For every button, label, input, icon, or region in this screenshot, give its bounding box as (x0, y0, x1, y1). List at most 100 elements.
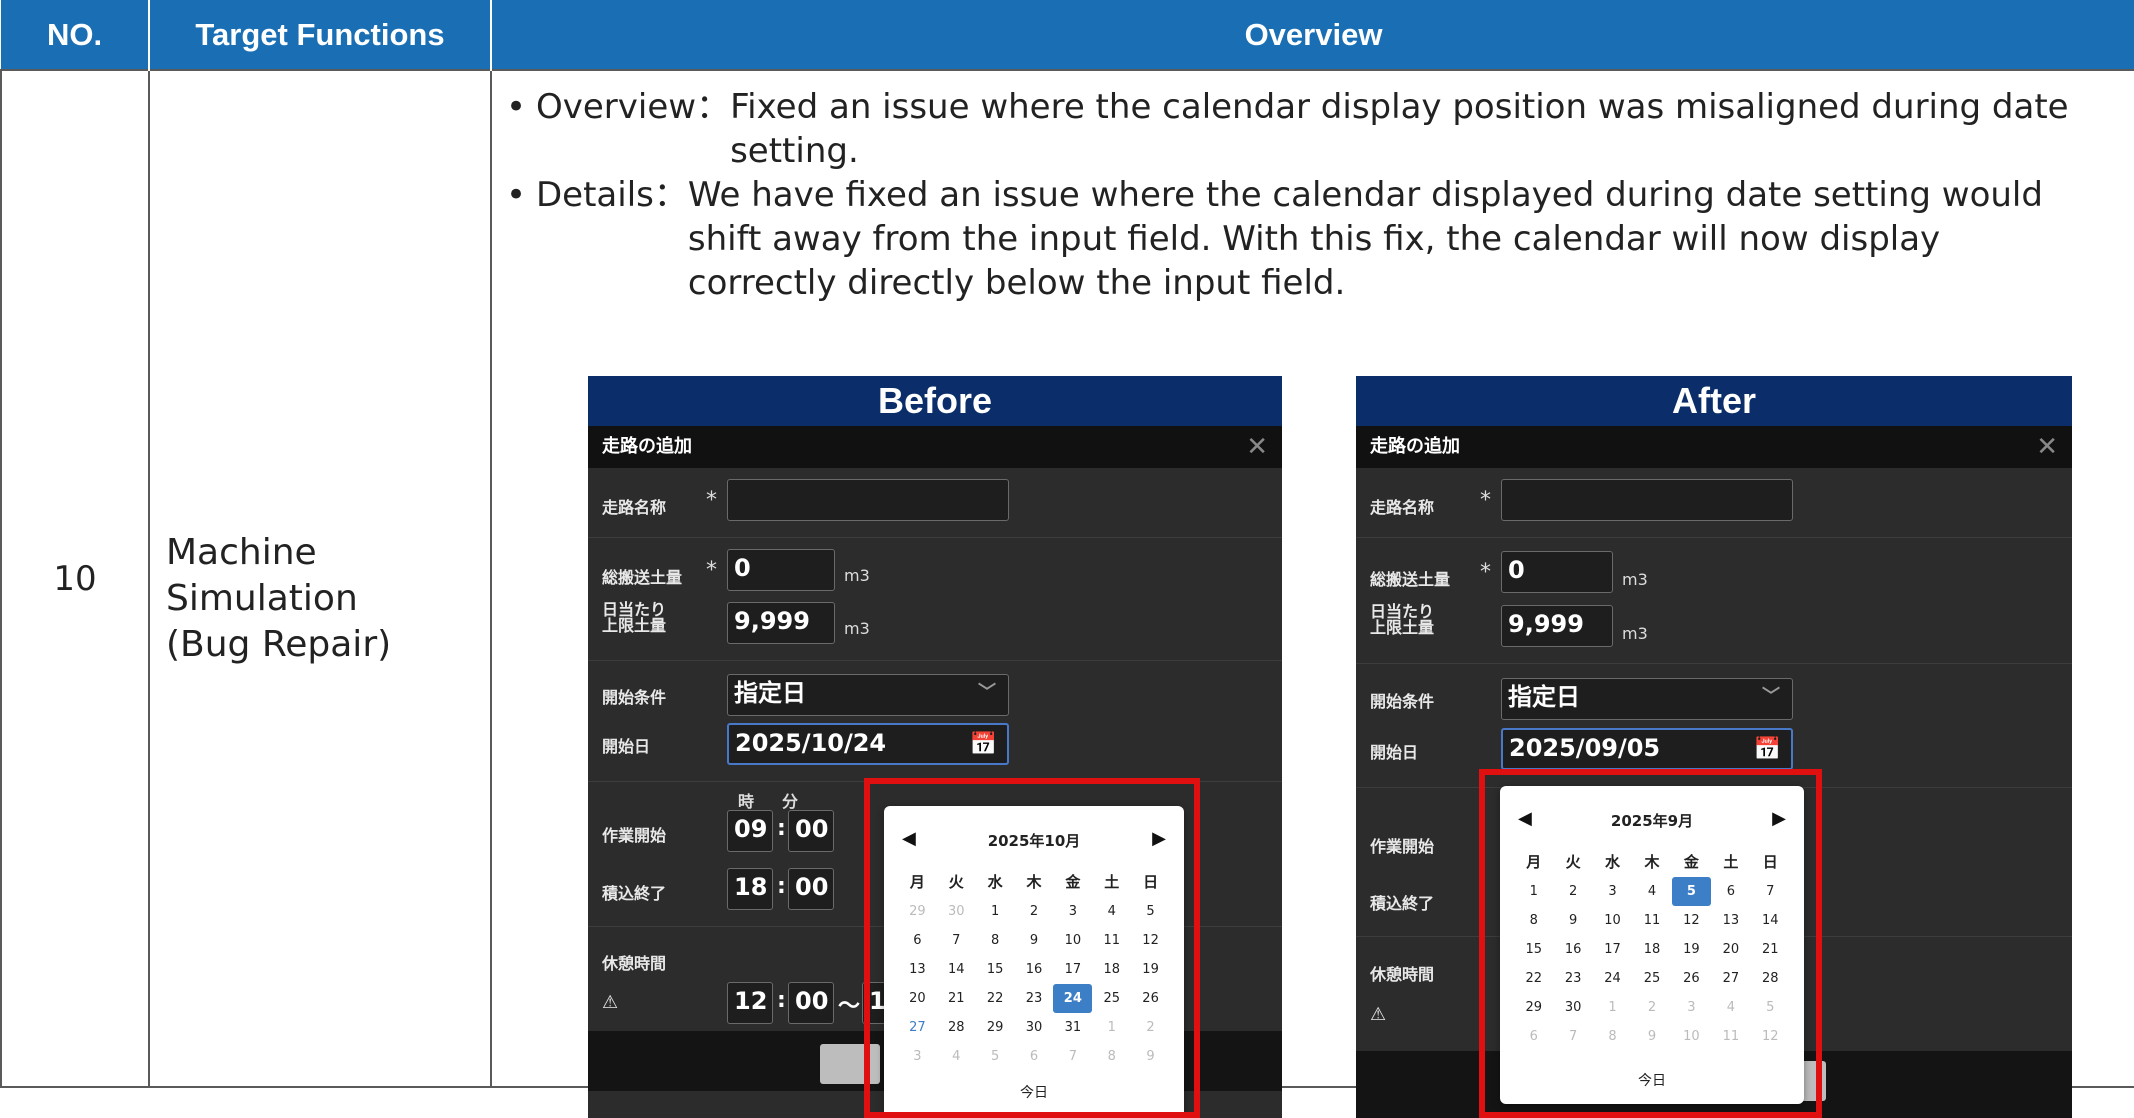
calendar-day[interactable]: 12 (1131, 926, 1170, 955)
calendar-day[interactable]: 5 (1671, 877, 1712, 906)
calendar-day[interactable]: 27 (898, 1013, 937, 1042)
calendar-day[interactable]: 9 (1131, 1042, 1170, 1071)
work-start-minute[interactable]: 00 (788, 810, 834, 852)
calendar-day[interactable]: 8 (1514, 906, 1553, 935)
calendar-day[interactable]: 6 (898, 926, 937, 955)
calendar-day[interactable]: 10 (1593, 906, 1632, 935)
calendar-day[interactable]: 3 (1053, 897, 1092, 926)
calendar-day[interactable]: 22 (1514, 964, 1553, 993)
calendar-day[interactable]: 10 (1053, 926, 1092, 955)
calendar-day[interactable]: 12 (1751, 1022, 1790, 1051)
next-month-icon[interactable]: ▶ (1152, 828, 1166, 849)
calendar-day[interactable]: 9 (1553, 906, 1592, 935)
calendar-day[interactable]: 9 (1015, 926, 1054, 955)
calendar-day[interactable]: 28 (1751, 964, 1790, 993)
today-button[interactable]: 今日 (884, 1082, 1184, 1102)
calendar-icon[interactable]: 📅 (1754, 732, 1781, 768)
calendar-day[interactable]: 18 (1092, 955, 1131, 984)
calendar-day[interactable]: 12 (1672, 906, 1711, 935)
calendar-day[interactable]: 7 (1751, 877, 1790, 906)
load-end-hour[interactable]: 18 (727, 868, 773, 910)
calendar-icon[interactable]: 📅 (970, 727, 997, 763)
calendar-day[interactable]: 1 (1092, 1013, 1131, 1042)
calendar-day[interactable]: 6 (1711, 877, 1750, 906)
calendar-day[interactable]: 3 (1593, 877, 1632, 906)
work-start-hour[interactable]: 09 (727, 810, 773, 852)
calendar-day[interactable]: 25 (1632, 964, 1671, 993)
calendar-day[interactable]: 5 (1131, 897, 1170, 926)
calendar-day[interactable]: 2 (1015, 897, 1054, 926)
calendar-day[interactable]: 6 (1514, 1022, 1553, 1051)
calendar-day[interactable]: 3 (898, 1042, 937, 1071)
calendar-day[interactable]: 11 (1711, 1022, 1750, 1051)
footer-button[interactable] (820, 1044, 880, 1084)
calendar-day[interactable]: 26 (1672, 964, 1711, 993)
calendar-day[interactable]: 30 (1553, 993, 1592, 1022)
next-month-icon[interactable]: ▶ (1772, 808, 1786, 829)
calendar-day[interactable]: 29 (898, 897, 937, 926)
calendar-day[interactable]: 7 (937, 926, 976, 955)
route-name-input[interactable] (727, 479, 1009, 521)
calendar-day[interactable]: 1 (1514, 877, 1553, 906)
calendar-day[interactable]: 17 (1593, 935, 1632, 964)
calendar-day[interactable]: 2 (1553, 877, 1592, 906)
load-end-minute[interactable]: 00 (788, 868, 834, 910)
start-condition-select[interactable]: 指定日 ﹀ (1501, 678, 1793, 720)
calendar-day[interactable]: 28 (937, 1013, 976, 1042)
calendar-day[interactable]: 2 (1131, 1013, 1170, 1042)
total-volume-input[interactable]: 0 (727, 549, 835, 591)
calendar-day[interactable]: 29 (1514, 993, 1553, 1022)
start-condition-select[interactable]: 指定日 ﹀ (727, 674, 1009, 716)
start-date-input[interactable]: 2025/10/24 📅 (727, 723, 1009, 765)
calendar-day[interactable]: 7 (1053, 1042, 1092, 1071)
calendar-day[interactable]: 11 (1092, 926, 1131, 955)
calendar-day[interactable]: 13 (1711, 906, 1750, 935)
route-name-input[interactable] (1501, 479, 1793, 521)
calendar-day[interactable]: 9 (1632, 1022, 1671, 1051)
calendar-day[interactable]: 21 (1751, 935, 1790, 964)
calendar-day[interactable]: 1 (1593, 993, 1632, 1022)
calendar-day[interactable]: 5 (976, 1042, 1015, 1071)
close-icon[interactable]: ✕ (2036, 426, 2058, 468)
calendar-day[interactable]: 19 (1131, 955, 1170, 984)
calendar-day[interactable]: 8 (1092, 1042, 1131, 1071)
calendar-day[interactable]: 4 (1632, 877, 1671, 906)
calendar-day[interactable]: 7 (1553, 1022, 1592, 1051)
calendar-day[interactable]: 4 (1092, 897, 1131, 926)
today-button[interactable]: 今日 (1500, 1070, 1804, 1090)
calendar-day[interactable]: 6 (1015, 1042, 1054, 1071)
calendar-day[interactable]: 1 (976, 897, 1015, 926)
calendar-day[interactable]: 14 (937, 955, 976, 984)
calendar-day[interactable]: 15 (976, 955, 1015, 984)
daily-limit-input[interactable]: 9,999 (727, 602, 835, 644)
daily-limit-input[interactable]: 9,999 (1501, 605, 1613, 647)
calendar-day[interactable]: 26 (1131, 984, 1170, 1013)
calendar-day[interactable]: 2 (1632, 993, 1671, 1022)
calendar-day[interactable]: 3 (1672, 993, 1711, 1022)
calendar-day[interactable]: 25 (1092, 984, 1131, 1013)
calendar-day[interactable]: 16 (1553, 935, 1592, 964)
calendar-day[interactable]: 23 (1015, 984, 1054, 1013)
calendar-day[interactable]: 17 (1053, 955, 1092, 984)
start-date-input[interactable]: 2025/09/05 📅 (1501, 728, 1793, 770)
calendar-day[interactable]: 22 (976, 984, 1015, 1013)
calendar-day[interactable]: 5 (1751, 993, 1790, 1022)
calendar-day[interactable]: 21 (937, 984, 976, 1013)
total-volume-input[interactable]: 0 (1501, 551, 1613, 593)
calendar-day[interactable]: 4 (1711, 993, 1750, 1022)
calendar-day[interactable]: 20 (1711, 935, 1750, 964)
calendar-day[interactable]: 27 (1711, 964, 1750, 993)
calendar-day[interactable]: 24 (1593, 964, 1632, 993)
calendar-day[interactable]: 15 (1514, 935, 1553, 964)
calendar-day[interactable]: 8 (1593, 1022, 1632, 1051)
calendar-day[interactable]: 16 (1015, 955, 1054, 984)
calendar-day[interactable]: 31 (1053, 1013, 1092, 1042)
calendar-day[interactable]: 20 (898, 984, 937, 1013)
calendar-day[interactable]: 8 (976, 926, 1015, 955)
calendar-day[interactable]: 10 (1672, 1022, 1711, 1051)
calendar-day[interactable]: 19 (1672, 935, 1711, 964)
calendar-day[interactable]: 18 (1632, 935, 1671, 964)
rest-start-minute[interactable]: 00 (788, 982, 834, 1024)
calendar-day[interactable]: 23 (1553, 964, 1592, 993)
calendar-day[interactable]: 14 (1751, 906, 1790, 935)
